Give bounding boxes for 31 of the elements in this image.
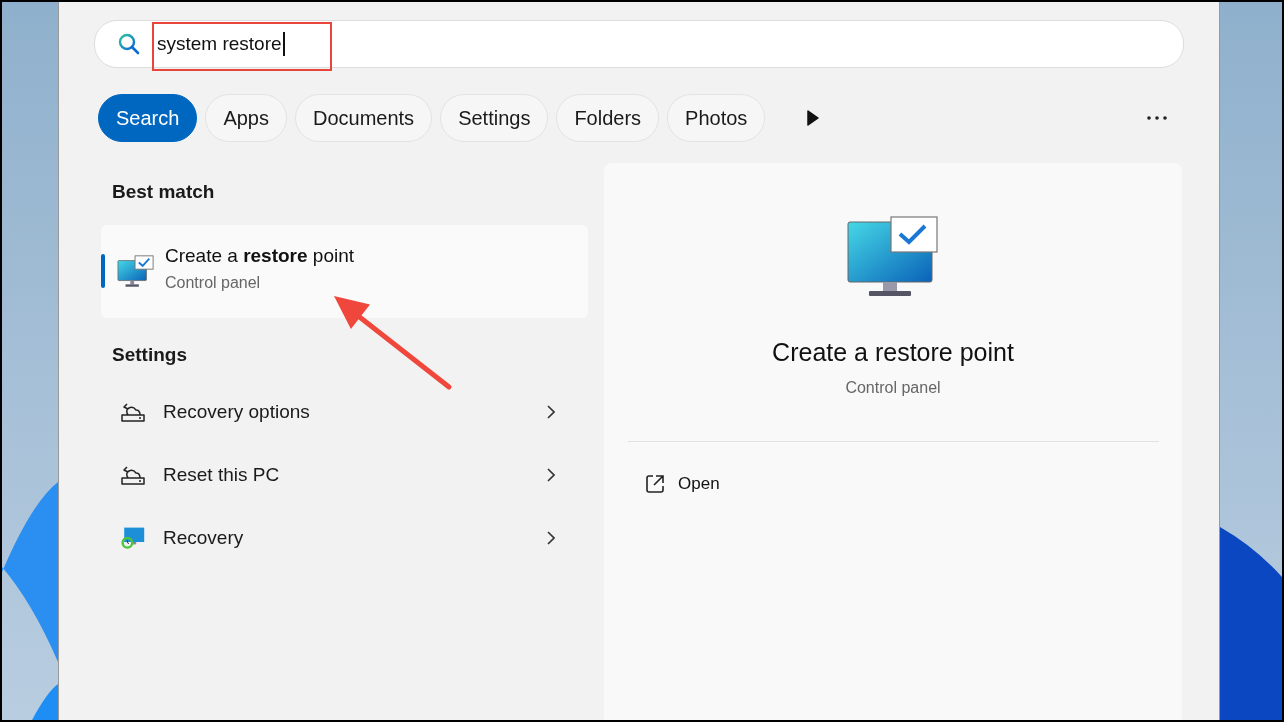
filter-tab[interactable]: Folders [556,94,660,142]
filter-tab[interactable]: Documents [294,94,433,142]
selection-indicator [101,254,105,288]
external-link-icon [645,474,665,494]
text-cursor [282,32,285,56]
chevron-right-icon [547,404,555,419]
result-item[interactable]: Create a restore point Control panel [101,225,588,318]
filter-tab[interactable]: Search [98,94,198,142]
filter-tab[interactable]: Settings [440,94,549,142]
preview-title: Create a restore point [772,338,1014,367]
settings-item[interactable]: Recovery options [101,380,588,443]
settings-item[interactable]: Recovery [101,506,588,569]
play-icon[interactable] [807,110,820,126]
preview-subtitle: Control panel [845,379,941,397]
settings-item[interactable]: Reset this PC [101,443,588,506]
chevron-right-icon [547,530,555,545]
section-heading: Settings [112,344,188,366]
filter-tab[interactable]: Photos [667,94,766,142]
monitor-check-icon [847,216,939,298]
search-field[interactable]: system restore [94,20,1184,68]
monitor-restore-icon [120,525,146,550]
filter-tab[interactable]: Apps [205,94,287,142]
more-icon[interactable] [1147,116,1167,120]
chevron-right-icon [547,467,555,482]
section-heading: Best match [112,181,216,203]
search-icon [117,32,141,56]
result-subtitle: Control panel [165,274,262,292]
result-title: Create a restore point [165,245,355,267]
search-query: system restore [157,33,282,55]
monitor-check-icon [117,253,155,290]
open-action[interactable]: Open [645,474,720,494]
